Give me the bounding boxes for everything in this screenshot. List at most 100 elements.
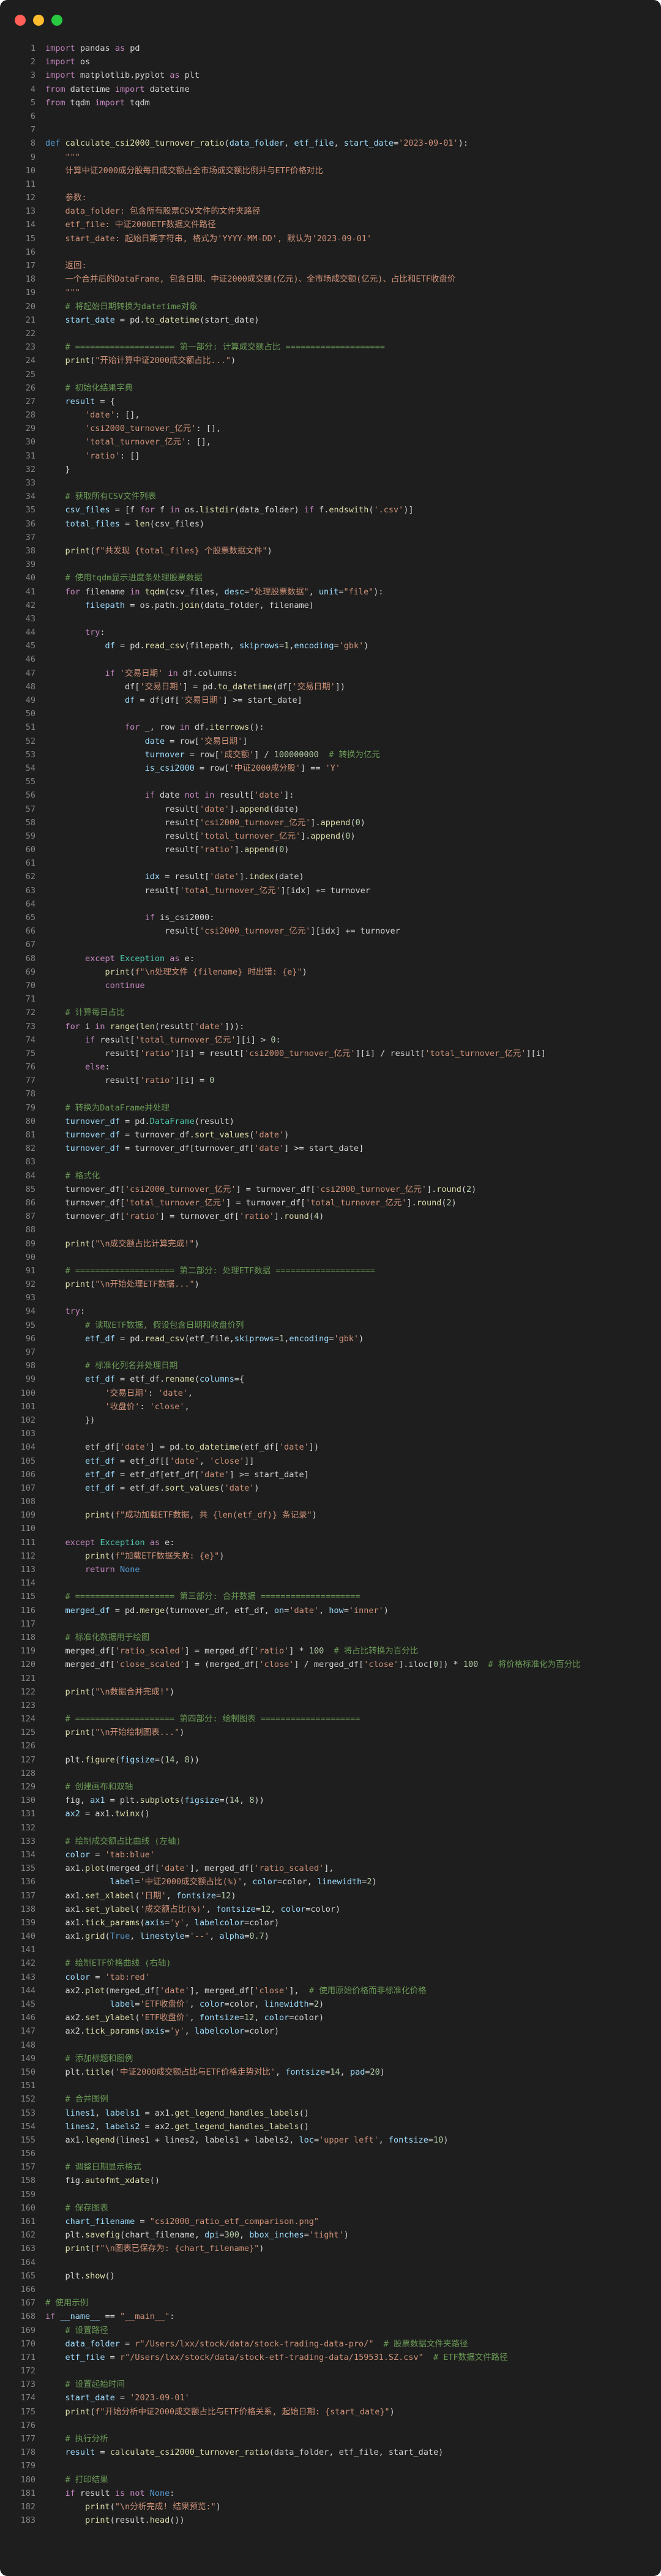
line-number: 10	[25, 165, 35, 176]
code-token: (merged_df[	[105, 1863, 160, 1874]
code-token: r"/Users/lxx/stock/data/stock-etf-tradin…	[119, 2352, 424, 2362]
code-token: data_folder: 包含所有股票CSV文件的文件夹路径	[45, 206, 261, 217]
code-token: ,	[340, 2067, 350, 2077]
code-token: 12	[221, 1890, 231, 1901]
code-line: 124 # ==================== 第四部分: 绘制图表 ==…	[0, 1712, 661, 1726]
code-token: plt.	[45, 2067, 86, 2077]
line-number: 164	[20, 2257, 35, 2267]
code-line: 131 ax2 = ax1.twinx()	[0, 1807, 661, 1821]
code-token: 'tight'	[308, 2230, 344, 2241]
code-token: 'date'	[254, 1144, 285, 1154]
code-text: # ==================== 第一部分: 计算成交额占比 ===…	[35, 340, 385, 354]
line-number: 56	[25, 790, 35, 801]
code-line: 20 # 将起始日期转换为datetime对象	[0, 300, 661, 313]
code-token: in	[95, 1021, 105, 1032]
code-line: 47 if '交易日期' in df.columns:	[0, 667, 661, 680]
minimize-window-button[interactable]	[33, 15, 44, 26]
code-line: 5 from tqdm import tqdm	[0, 96, 661, 110]
code-token: 'gbk'	[338, 641, 364, 651]
code-token: ] = turnover_df[	[159, 1211, 239, 1222]
code-token: plt.	[45, 2230, 86, 2241]
code-token: join	[179, 600, 200, 610]
code-token: 'csi2000_turnover_亿元'	[85, 424, 196, 434]
code-token: tick_params	[85, 2026, 140, 2037]
code-token: merged_df	[65, 1605, 110, 1616]
code-token: figsize	[184, 1795, 220, 1806]
code-token: =	[219, 2230, 225, 2241]
code-token: ax1.	[45, 1931, 86, 1942]
code-token: idx	[144, 872, 160, 882]
line-number: 171	[20, 2352, 35, 2362]
line-number: 43	[25, 613, 35, 624]
code-token: 100000000	[274, 749, 319, 760]
code-token: etf_df	[85, 1483, 115, 1493]
line-number: 15	[25, 233, 35, 244]
code-line: 88	[0, 1223, 661, 1237]
code-token: round	[416, 1197, 442, 1208]
code-token: show	[85, 2271, 105, 2281]
code-token: merged_df[	[45, 1646, 115, 1657]
code-text: 计算中证2000成分股每日成交额占全市场成交额比例并与ETF价格对比	[35, 164, 323, 178]
line-number: 32	[25, 464, 35, 474]
code-token: =	[165, 1917, 170, 1928]
line-number: 21	[25, 315, 35, 325]
code-token: 'close_scaled'	[114, 1660, 185, 1670]
code-token: ][i] = result[	[174, 1048, 245, 1058]
code-text: from tqdm import tqdm	[35, 96, 150, 110]
code-line: 12 参数:	[0, 191, 661, 204]
code-token: set_xlabel	[85, 1890, 135, 1901]
close-window-button[interactable]	[15, 15, 26, 26]
line-number: 103	[20, 1429, 35, 1439]
code-token: labels1	[105, 2108, 140, 2118]
code-token: # ==================== 第四部分: 绘制图表 ======…	[45, 1714, 360, 1724]
code-token: (filepath,	[184, 641, 240, 651]
code-token: ] = pd.	[149, 1442, 185, 1453]
code-token: start_date	[65, 315, 115, 325]
code-token: 'total_turnover_亿元'	[125, 1197, 226, 1208]
code-token: 'close'	[254, 1985, 289, 1996]
maximize-window-button[interactable]	[51, 15, 62, 26]
code-token: 'ratio'	[239, 1211, 274, 1222]
code-line: 57 result['date'].append(date)	[0, 803, 661, 816]
code-area[interactable]: 1 import pandas as pd 2 import os 3 import ma…	[0, 42, 661, 2527]
code-line: 25	[0, 368, 661, 381]
code-token: : [],	[114, 410, 140, 421]
code-line: 52 date = row['交易日期']	[0, 735, 661, 748]
code-line: 139 ax1.tick_params(axis='y', labelcolor…	[0, 1916, 661, 1930]
code-line: 183 print(result.head())	[0, 2514, 661, 2527]
code-token: start_date: 起始日期字符串, 格式为'YYYY-MM-DD', 默认…	[45, 233, 372, 244]
code-line: 106 etf_df = etf_df[etf_df['date'] >= st…	[0, 1468, 661, 1481]
code-text: })	[35, 1413, 95, 1427]
code-token: linewidth	[264, 1999, 309, 2009]
code-token: fontsize	[285, 2067, 326, 2077]
code-text: # ==================== 第二部分: 处理ETF数据 ===…	[35, 1264, 375, 1278]
code-token: '交易日期'	[199, 736, 243, 746]
code-token: '交易日期'	[105, 1388, 148, 1398]
code-line: 10 计算中证2000成分股每日成交额占全市场成交额比例并与ETF价格对比	[0, 164, 661, 178]
code-token: "file"	[343, 586, 374, 597]
code-line: 81 turnover_df = turnover_df.sort_values…	[0, 1128, 661, 1142]
code-token: 计算中证2000成分股每日成交额占全市场成交额比例并与ETF价格对比	[45, 165, 323, 176]
code-token: 'y'	[170, 1917, 185, 1928]
code-text: ax2.set_ylabel('ETF收盘价', fontsize=12, co…	[35, 2011, 324, 2024]
code-token: (lines1 + lines2, labels1 + labels2,	[114, 2135, 299, 2145]
code-token: =	[119, 2338, 135, 2349]
code-token: 'csi2000_turnover_亿元'	[125, 1184, 236, 1194]
code-token: 'ratio'	[125, 1211, 160, 1222]
line-number: 128	[20, 1768, 35, 1778]
code-token: =	[239, 2013, 245, 2023]
code-editor-window: 1 import pandas as pd 2 import os 3 import ma…	[0, 0, 661, 2576]
code-token: f"\n图表已保存为: {chart_filename}"	[95, 2244, 260, 2254]
code-token: (start_date)	[199, 315, 260, 325]
code-line: 116 merged_df = pd.merge(turnover_df, et…	[0, 1604, 661, 1617]
code-line: 167 # 使用示例	[0, 2296, 661, 2310]
code-token: 'date'	[194, 1021, 225, 1032]
code-line: 61	[0, 856, 661, 870]
code-text: 'total_turnover_亿元': [],	[35, 435, 211, 449]
code-token: in	[168, 668, 178, 678]
code-token: # ==================== 第二部分: 处理ETF数据 ===…	[45, 1265, 375, 1276]
code-line: 140 ax1.grid(True, linestyle='--', alpha…	[0, 1930, 661, 1943]
